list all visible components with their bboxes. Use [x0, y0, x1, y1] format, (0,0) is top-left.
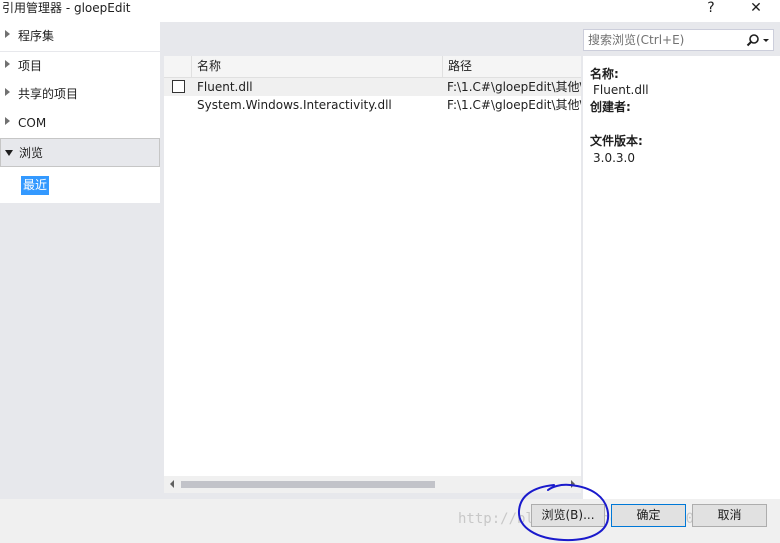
dialog-footer: http://blog.csdn.net/u011750515 浏览(B)...… [0, 499, 780, 543]
include-checkbox[interactable] [172, 80, 185, 93]
sidebar-subitem-recent[interactable]: 最近 [21, 176, 50, 195]
details-pane: 名称: Fluent.dll 创建者: 文件版本: 3.0.3.0 [583, 56, 780, 499]
detail-version-value: 3.0.3.0 [593, 151, 635, 165]
sidebar-item-assemblies[interactable]: 程序集 [0, 22, 160, 51]
reference-path: F:\1.C#\gloepEdit\其他\ [447, 98, 581, 112]
scrollbar-thumb[interactable] [181, 481, 435, 488]
sidebar-item-browse[interactable]: 浏览 [0, 138, 160, 167]
sidebar-item-label: 共享的项目 [18, 87, 79, 101]
category-sidebar: 程序集 项目 共享的项目 COM 浏览 最近 [0, 22, 160, 499]
window-title: 引用管理器 - gloepEdit [2, 1, 131, 15]
search-placeholder: 搜索浏览(Ctrl+E) [588, 33, 685, 47]
detail-version-label: 文件版本: [590, 134, 643, 148]
expand-arrow-icon[interactable] [5, 30, 10, 38]
reference-name: Fluent.dll [197, 80, 253, 94]
sidebar-item-com[interactable]: COM [0, 109, 160, 138]
expand-arrow-icon[interactable] [5, 60, 10, 68]
detail-creator-label: 创建者: [590, 100, 631, 114]
column-header-path[interactable]: 路径 [442, 56, 581, 78]
help-button[interactable]: ? [696, 0, 726, 18]
table-row[interactable]: System.Windows.Interactivity.dll F:\1.C#… [164, 96, 581, 114]
search-icon[interactable] [746, 33, 760, 47]
reference-list: 名称 路径 Fluent.dll F:\1.C#\gloepEdit\其他\ S… [164, 56, 581, 493]
reference-name: System.Windows.Interactivity.dll [197, 98, 392, 112]
sidebar-item-label: 程序集 [18, 29, 55, 43]
dialog-body: 程序集 项目 共享的项目 COM 浏览 最近 搜索浏览(Ctrl+E) 名称 路… [0, 22, 780, 499]
detail-name-label: 名称: [590, 67, 619, 81]
search-options-chevron-down-icon[interactable] [763, 39, 769, 42]
sidebar-item-label: 项目 [18, 59, 43, 73]
search-input[interactable]: 搜索浏览(Ctrl+E) [583, 29, 774, 51]
title-bar: 引用管理器 - gloepEdit ? ✕ [0, 0, 780, 22]
list-header: 名称 路径 [164, 56, 581, 78]
collapse-arrow-icon[interactable] [5, 150, 13, 156]
expand-arrow-icon[interactable] [5, 88, 10, 96]
scroll-left-icon[interactable] [170, 480, 174, 488]
expand-arrow-icon[interactable] [5, 117, 10, 125]
table-row[interactable]: Fluent.dll F:\1.C#\gloepEdit\其他\ [164, 78, 581, 96]
sidebar-item-label: COM [18, 116, 47, 130]
browse-subitems: 最近 [0, 167, 160, 203]
annotation-circle [517, 483, 610, 542]
sidebar-item-projects[interactable]: 项目 [0, 52, 160, 81]
column-header-name[interactable]: 名称 [191, 56, 442, 78]
reference-path: F:\1.C#\gloepEdit\其他\ [447, 80, 581, 94]
ok-button[interactable]: 确定 [611, 504, 686, 527]
detail-name-value: Fluent.dll [593, 83, 649, 97]
sidebar-item-label: 浏览 [19, 146, 44, 160]
cancel-button[interactable]: 取消 [692, 504, 767, 527]
close-button[interactable]: ✕ [741, 0, 771, 18]
sidebar-item-shared-projects[interactable]: 共享的项目 [0, 80, 160, 109]
